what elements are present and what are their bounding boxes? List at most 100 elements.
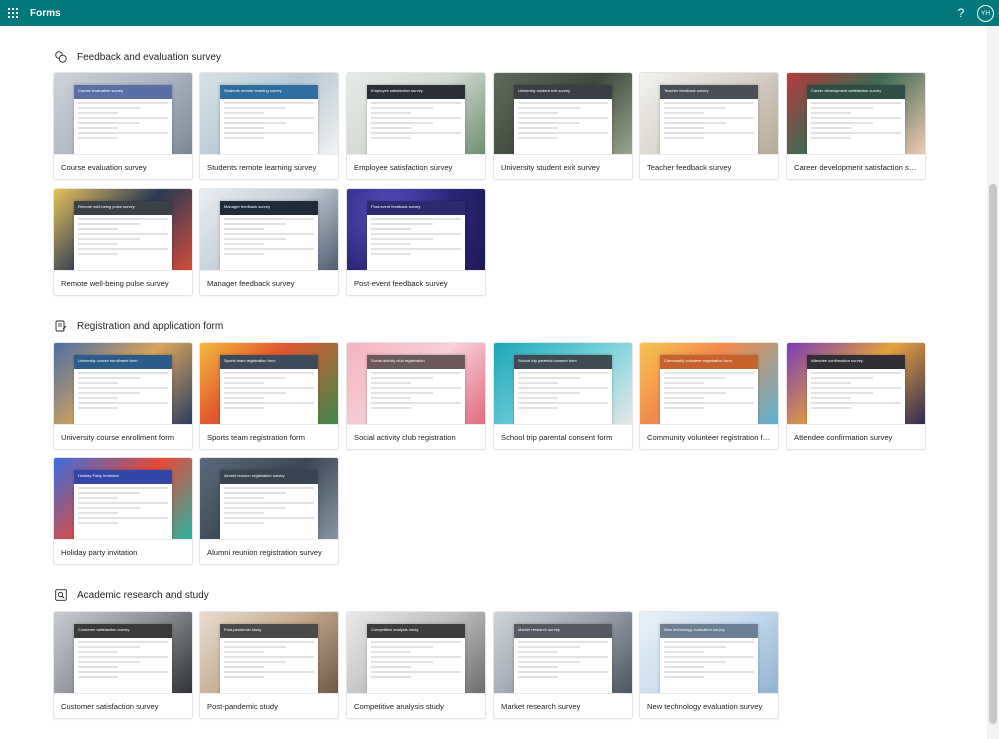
form-preview-line	[664, 656, 754, 658]
form-preview-line	[518, 127, 558, 129]
form-preview-line	[518, 661, 580, 663]
form-preview-line	[664, 382, 704, 384]
form-preview-line	[811, 397, 851, 399]
template-card[interactable]: Students remote learning survey Students …	[200, 73, 338, 179]
template-card[interactable]: Competitive analysis study Competitive an…	[347, 612, 485, 718]
template-card[interactable]: Post-pandemic study Post-pandemic study	[200, 612, 338, 718]
template-card[interactable]: Career development satisfaction survey Ca…	[787, 73, 925, 179]
form-preview-line	[224, 218, 314, 220]
form-preview-title: Post-event feedback survey	[367, 201, 465, 215]
form-preview-line	[371, 392, 433, 394]
template-card[interactable]: Manager feedback survey Manager feedback …	[200, 189, 338, 295]
template-card[interactable]: Post-event feedback survey Post-event fee…	[347, 189, 485, 295]
form-preview-line	[371, 641, 461, 643]
form-preview-line	[518, 107, 580, 109]
template-card-label: Teacher feedback survey	[640, 154, 778, 179]
template-card-label: Employee satisfaction survey	[347, 154, 485, 179]
template-card-label: Market research survey	[494, 693, 632, 718]
form-preview-title: Competitive analysis study	[367, 624, 465, 638]
form-preview-line	[78, 127, 118, 129]
app-launcher-icon[interactable]	[0, 0, 26, 26]
template-card[interactable]: Holiday Party Invitation Holiday party in…	[54, 458, 192, 564]
help-icon[interactable]: ?	[954, 4, 968, 22]
template-card[interactable]: Market research survey Market research su…	[494, 612, 632, 718]
form-preview-line	[224, 661, 286, 663]
form-preview-line	[811, 102, 901, 104]
form-preview-line	[371, 377, 433, 379]
form-preview-line	[78, 502, 168, 504]
form-preview-line	[78, 651, 118, 653]
form-preview-title: Employee satisfaction survey	[367, 85, 465, 99]
form-preview-line	[371, 651, 411, 653]
form-preview-title: Course evaluation survey	[74, 85, 172, 99]
form-preview: New technology evaluation survey	[660, 624, 758, 693]
template-card[interactable]: Alumni reunion registration survey Alumni…	[200, 458, 338, 564]
form-preview-line	[518, 102, 608, 104]
form-preview: Manager feedback survey	[220, 201, 318, 270]
template-card[interactable]: Social activity club registration Social …	[347, 343, 485, 449]
template-card-label: Customer satisfaction survey	[54, 693, 192, 718]
form-preview-line	[371, 243, 411, 245]
template-card[interactable]: Remote well-being pulse survey Remote wel…	[54, 189, 192, 295]
form-preview-line	[78, 397, 118, 399]
form-preview-line	[224, 507, 286, 509]
template-card[interactable]: Community volunteer registration form Com…	[640, 343, 778, 449]
form-preview-line	[371, 137, 411, 139]
scrollbar-thumb[interactable]	[989, 184, 997, 724]
form-preview-line	[224, 102, 314, 104]
template-card[interactable]: Sports team registration form Sports team…	[200, 343, 338, 449]
template-card-label: Alumni reunion registration survey	[200, 539, 338, 564]
form-preview-line	[518, 676, 558, 678]
form-preview-line	[224, 512, 264, 514]
app-title[interactable]: Forms	[30, 8, 61, 19]
template-card[interactable]: Employee satisfaction survey Employee sat…	[347, 73, 485, 179]
template-card[interactable]: University course enrollment form Univers…	[54, 343, 192, 449]
template-thumbnail: Manager feedback survey	[200, 189, 338, 270]
form-preview-line	[811, 127, 851, 129]
section-title: Registration and application form	[55, 320, 223, 332]
template-thumbnail: Post-event feedback survey	[347, 189, 485, 270]
form-preview-line	[371, 112, 411, 114]
form-preview-line	[664, 676, 704, 678]
template-card[interactable]: Customer satisfaction survey Customer sat…	[54, 612, 192, 718]
avatar[interactable]: YH	[977, 5, 994, 22]
form-preview: Holiday Party Invitation	[74, 470, 172, 539]
form-preview-title: Alumni reunion registration survey	[220, 470, 318, 484]
form-preview-line	[78, 646, 140, 648]
form-preview-line	[518, 372, 608, 374]
section-title-text: Registration and application form	[77, 320, 224, 332]
template-card[interactable]: University student exit survey University…	[494, 73, 632, 179]
form-preview-line	[224, 646, 286, 648]
form-preview-line	[78, 522, 118, 524]
form-preview-line	[371, 666, 411, 668]
form-preview-line	[518, 377, 580, 379]
form-preview-line	[78, 407, 118, 409]
form-preview: Customer satisfaction survey	[74, 624, 172, 693]
form-preview-line	[78, 661, 140, 663]
form-preview-line	[224, 248, 314, 250]
template-card[interactable]: School trip parental consent form School …	[494, 343, 632, 449]
template-card[interactable]: Course evaluation survey Course evaluatio…	[54, 73, 192, 179]
template-thumbnail: Sports team registration form	[200, 343, 338, 424]
form-preview-line	[518, 407, 558, 409]
form-preview-line	[224, 656, 314, 658]
vertical-scrollbar[interactable]	[987, 26, 999, 739]
form-preview-line	[371, 228, 411, 230]
form-preview-line	[518, 666, 558, 668]
form-preview-line	[518, 122, 580, 124]
template-card[interactable]: Attendee confirmation survey Attendee con…	[787, 343, 925, 449]
form-preview-line	[371, 397, 411, 399]
form-preview-line	[78, 112, 118, 114]
template-card-label: Course evaluation survey	[54, 154, 192, 179]
template-card[interactable]: New technology evaluation survey New tech…	[640, 612, 778, 718]
form-preview: Course evaluation survey	[74, 85, 172, 154]
form-preview-line	[664, 407, 704, 409]
form-preview-line	[78, 656, 168, 658]
template-card[interactable]: Teacher feedback survey Teacher feedback …	[640, 73, 778, 179]
form-preview: Community volunteer registration form	[660, 355, 758, 424]
form-preview-line	[78, 117, 168, 119]
template-thumbnail: Post-pandemic study	[200, 612, 338, 693]
template-thumbnail: University course enrollment form	[54, 343, 192, 424]
form-preview-line	[371, 676, 411, 678]
form-preview-line	[78, 392, 140, 394]
